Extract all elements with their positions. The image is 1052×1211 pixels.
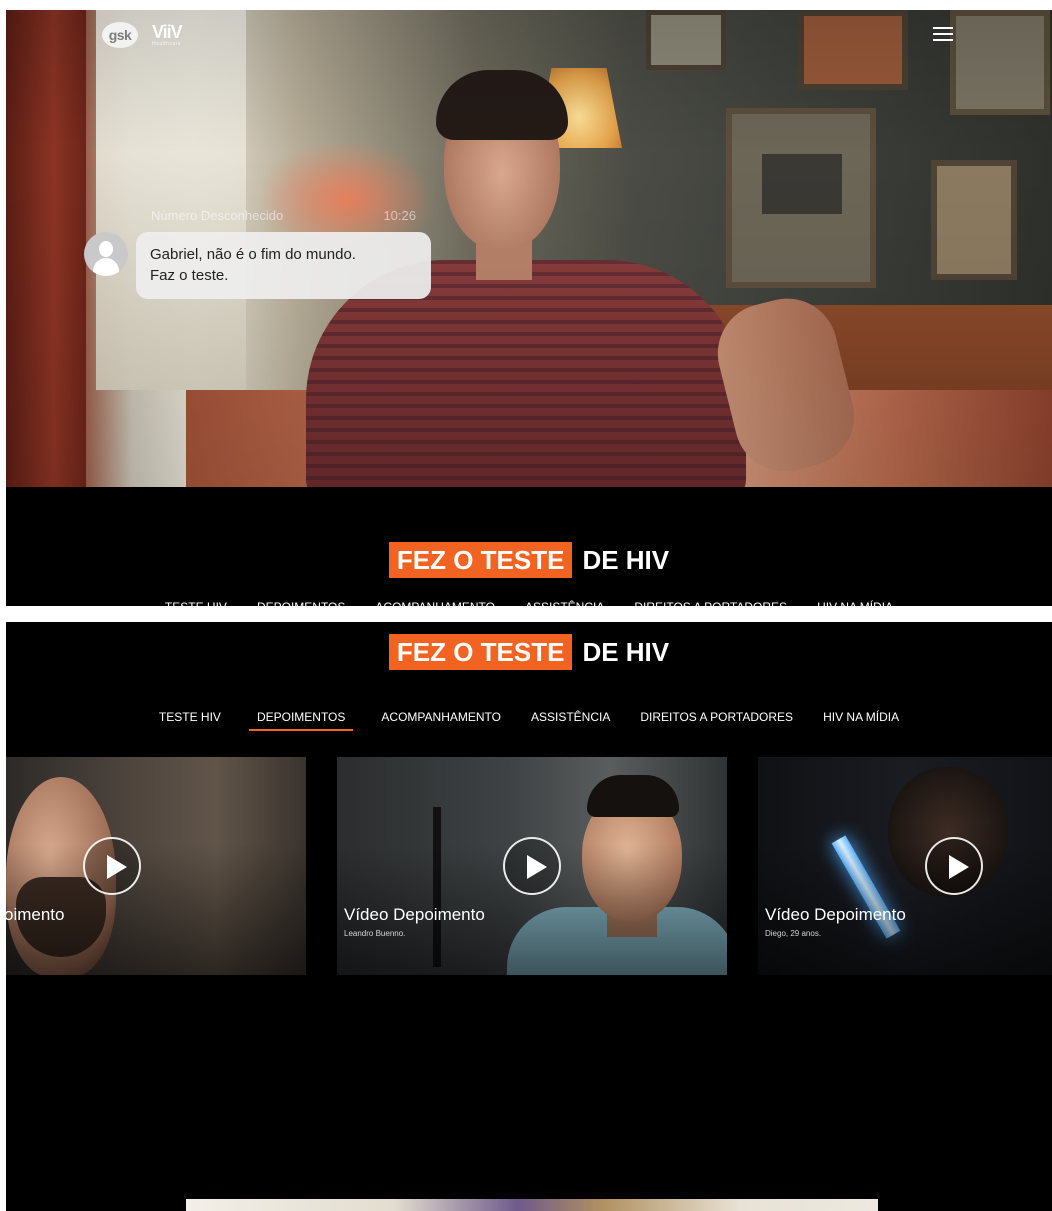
play-icon[interactable] xyxy=(83,837,141,895)
title-highlight: FEZ O TESTE xyxy=(388,542,573,578)
viiv-logo[interactable]: ViiV Healthcare xyxy=(152,22,183,47)
play-icon[interactable] xyxy=(925,837,983,895)
video-card[interactable]: oimento xyxy=(6,757,306,975)
section-nav: TESTE HIV DEPOIMENTOS ACOMPANHAMENTO ASS… xyxy=(6,600,1052,606)
nav-item-direitos[interactable]: DIREITOS A PORTADORES xyxy=(638,710,795,731)
video-title: oimento xyxy=(6,905,65,924)
message-bubble: Gabriel, não é o fim do mundo. Faz o tes… xyxy=(136,232,431,299)
video-subtitle: Leandro Buenno. xyxy=(344,929,406,938)
notification-time: 10:26 xyxy=(383,208,416,223)
title-rest: DE HIV xyxy=(582,637,670,667)
testimonials-screenshot: FEZ O TESTE DE HIV TESTE HIV DEPOIMENTOS… xyxy=(6,622,1052,1211)
hero-screenshot: gsk ViiV Healthcare Número Desconhecido … xyxy=(6,10,1052,606)
viiv-logo-subtext: Healthcare xyxy=(152,41,182,47)
video-card[interactable]: Vídeo Depoimento Leandro Buenno. xyxy=(337,757,727,975)
nav-item-hiv-na-midia[interactable]: HIV NA MÍDIA xyxy=(821,710,901,731)
nav-item-teste-hiv[interactable]: TESTE HIV xyxy=(157,710,223,731)
video-title: Vídeo Depoimento xyxy=(344,905,485,924)
nav-item-acompanhamento[interactable]: ACOMPANHAMENTO xyxy=(379,710,503,731)
title-highlight: FEZ O TESTE xyxy=(388,634,573,670)
section-title: FEZ O TESTE DE HIV xyxy=(6,634,1052,670)
section-title: FEZ O TESTE DE HIV xyxy=(6,542,1052,578)
hamburger-menu-icon[interactable] xyxy=(933,27,953,41)
title-rest: DE HIV xyxy=(582,545,670,575)
nav-item-assistencia[interactable]: ASSISTÊNCIA xyxy=(525,600,604,606)
viiv-logo-text: ViiV xyxy=(152,22,183,42)
nav-item-assistencia[interactable]: ASSISTÊNCIA xyxy=(529,710,612,731)
nav-item-depoimentos[interactable]: DEPOIMENTOS xyxy=(248,710,354,731)
nav-item-acompanhamento[interactable]: ACOMPANHAMENTO xyxy=(375,600,495,606)
video-subtitle: Diego, 29 anos. xyxy=(765,929,822,938)
nav-item-direitos[interactable]: DIREITOS A PORTADORES xyxy=(634,600,787,606)
gsk-logo[interactable]: gsk xyxy=(102,22,138,48)
play-icon[interactable] xyxy=(503,837,561,895)
video-card[interactable]: Vídeo Depoimento Diego, 29 anos. xyxy=(758,757,1052,975)
notification-header: Número Desconhecido 10:26 xyxy=(151,208,416,223)
nav-item-hiv-na-midia[interactable]: HIV NA MÍDIA xyxy=(817,600,893,606)
video-title: Vídeo Depoimento xyxy=(765,905,906,924)
message-line: Faz o teste. xyxy=(150,267,229,284)
next-section-image xyxy=(186,1199,878,1211)
message-line: Gabriel, não é o fim do mundo. xyxy=(150,246,356,263)
section-nav: TESTE HIV DEPOIMENTOS ACOMPANHAMENTO ASS… xyxy=(6,710,1052,731)
brand-logos[interactable]: gsk ViiV Healthcare xyxy=(102,22,183,48)
notification-sender: Número Desconhecido xyxy=(151,208,284,223)
nav-item-depoimentos[interactable]: DEPOIMENTOS xyxy=(257,600,345,606)
nav-item-teste-hiv[interactable]: TESTE HIV xyxy=(165,600,227,606)
user-avatar-icon xyxy=(84,232,128,276)
